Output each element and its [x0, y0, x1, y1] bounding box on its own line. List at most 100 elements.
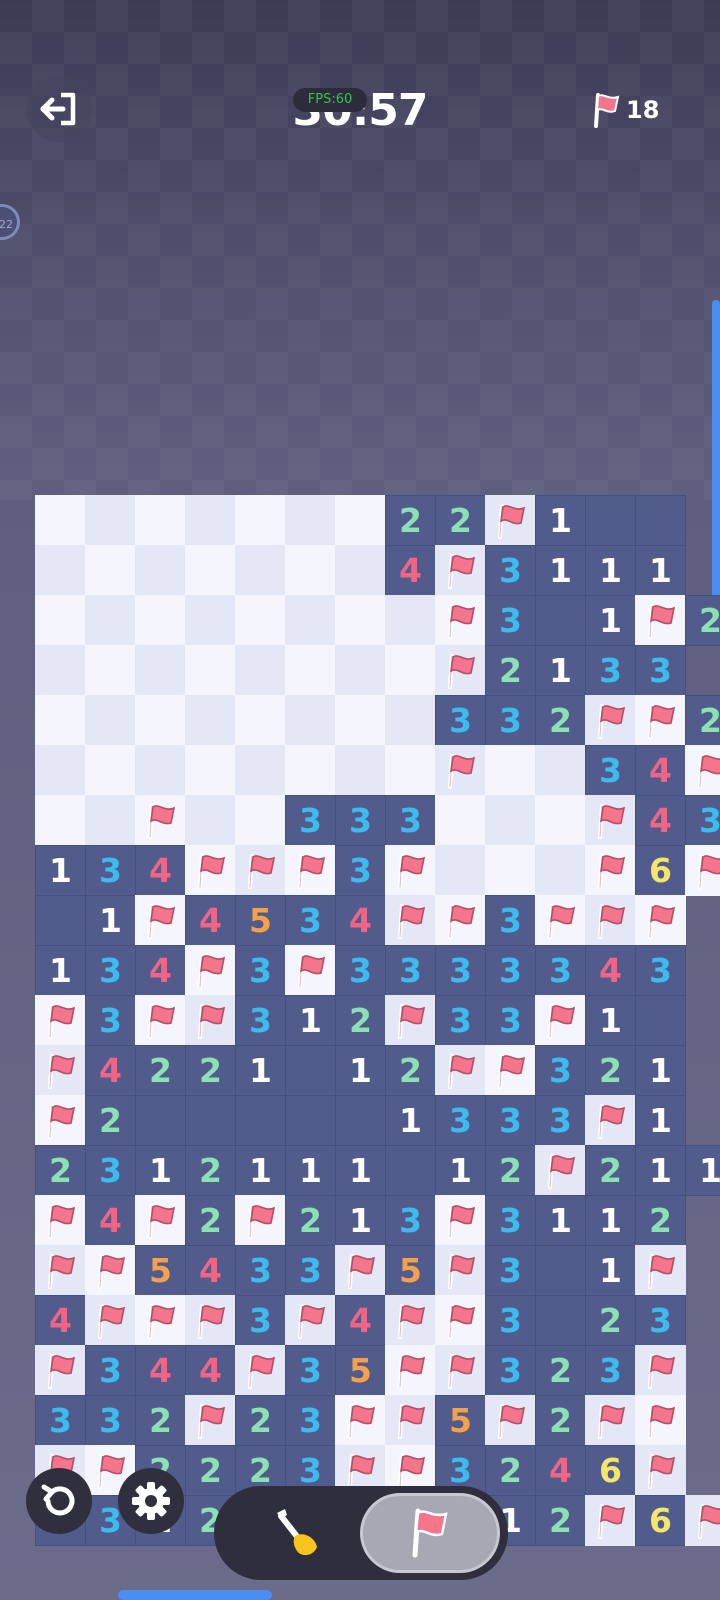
exit-button[interactable] — [26, 76, 92, 142]
revealed-number-cell[interactable]: 2 — [685, 695, 720, 746]
flagged-cell[interactable] — [435, 1045, 486, 1096]
revealed-number-cell[interactable]: 2 — [185, 1045, 236, 1096]
flagged-cell[interactable] — [185, 1295, 236, 1346]
revealed-number-cell[interactable]: 4 — [635, 795, 686, 846]
flagged-cell[interactable] — [435, 1245, 486, 1296]
revealed-number-cell[interactable]: 2 — [185, 1195, 236, 1246]
revealed-number-cell[interactable]: 3 — [435, 945, 486, 996]
revealed-number-cell[interactable]: 1 — [585, 1245, 636, 1296]
flagged-cell[interactable] — [135, 995, 186, 1046]
revealed-number-cell[interactable]: 1 — [35, 845, 86, 896]
revealed-number-cell[interactable]: 4 — [185, 1345, 236, 1396]
revealed-number-cell[interactable]: 3 — [585, 745, 636, 796]
flagged-cell[interactable] — [685, 845, 720, 896]
revealed-number-cell[interactable]: 3 — [335, 945, 386, 996]
revealed-number-cell[interactable]: 1 — [535, 1195, 586, 1246]
hidden-cell[interactable] — [235, 645, 286, 696]
flagged-cell[interactable] — [435, 895, 486, 946]
flagged-cell[interactable] — [685, 745, 720, 796]
flagged-cell[interactable] — [335, 1245, 386, 1296]
hidden-cell[interactable] — [485, 845, 536, 896]
revealed-number-cell[interactable]: 4 — [135, 845, 186, 896]
revealed-number-cell[interactable]: 3 — [85, 995, 136, 1046]
flag-mode-button[interactable] — [360, 1493, 500, 1573]
flagged-cell[interactable] — [435, 1345, 486, 1396]
hidden-cell[interactable] — [485, 795, 536, 846]
revealed-number-cell[interactable]: 2 — [135, 1395, 186, 1446]
hidden-cell[interactable] — [235, 745, 286, 796]
revealed-number-cell[interactable]: 3 — [85, 1395, 136, 1446]
revealed-number-cell[interactable]: 2 — [185, 1445, 236, 1496]
revealed-number-cell[interactable]: 2 — [385, 1045, 436, 1096]
revealed-number-cell[interactable]: 2 — [685, 595, 720, 646]
flagged-cell[interactable] — [35, 1345, 86, 1396]
hidden-cell[interactable] — [135, 545, 186, 596]
hidden-cell[interactable] — [435, 795, 486, 846]
flagged-cell[interactable] — [435, 1295, 486, 1346]
revealed-number-cell[interactable]: 4 — [335, 895, 386, 946]
flagged-cell[interactable] — [435, 1195, 486, 1246]
flagged-cell[interactable] — [535, 995, 586, 1046]
flagged-cell[interactable] — [35, 1095, 86, 1146]
revealed-number-cell[interactable]: 3 — [635, 1295, 686, 1346]
flagged-cell[interactable] — [435, 645, 486, 696]
revealed-number-cell[interactable]: 3 — [535, 1095, 586, 1146]
flagged-cell[interactable] — [385, 1395, 436, 1446]
revealed-number-cell[interactable]: 2 — [635, 1195, 686, 1246]
hidden-cell[interactable] — [85, 745, 136, 796]
flagged-cell[interactable] — [135, 1295, 186, 1346]
hidden-cell[interactable] — [235, 695, 286, 746]
revealed-number-cell[interactable]: 2 — [235, 1395, 286, 1446]
flagged-cell[interactable] — [235, 845, 286, 896]
revealed-number-cell[interactable]: 2 — [485, 645, 536, 696]
flagged-cell[interactable] — [485, 495, 536, 546]
hidden-cell[interactable] — [335, 495, 386, 546]
hidden-cell[interactable] — [235, 545, 286, 596]
flagged-cell[interactable] — [85, 1245, 136, 1296]
flagged-cell[interactable] — [185, 845, 236, 896]
flagged-cell[interactable] — [435, 545, 486, 596]
flagged-cell[interactable] — [185, 945, 236, 996]
flagged-cell[interactable] — [235, 1345, 286, 1396]
revealed-number-cell[interactable]: 3 — [85, 1345, 136, 1396]
revealed-number-cell[interactable]: 1 — [635, 1045, 686, 1096]
hidden-cell[interactable] — [535, 845, 586, 896]
hidden-cell[interactable] — [185, 595, 236, 646]
revealed-number-cell[interactable]: 3 — [485, 1245, 536, 1296]
revealed-number-cell[interactable]: 3 — [485, 1095, 536, 1146]
revealed-number-cell[interactable]: 3 — [485, 1345, 536, 1396]
revealed-number-cell[interactable]: 1 — [585, 595, 636, 646]
revealed-number-cell[interactable]: 2 — [585, 1295, 636, 1346]
revealed-number-cell[interactable]: 3 — [235, 1245, 286, 1296]
flagged-cell[interactable] — [385, 895, 436, 946]
flagged-cell[interactable] — [535, 1145, 586, 1196]
revealed-number-cell[interactable]: 1 — [385, 1095, 436, 1146]
flagged-cell[interactable] — [285, 1295, 336, 1346]
flagged-cell[interactable] — [335, 1395, 386, 1446]
revealed-number-cell[interactable]: 4 — [85, 1195, 136, 1246]
revealed-number-cell[interactable]: 2 — [485, 1445, 536, 1496]
hidden-cell[interactable] — [385, 645, 436, 696]
flagged-cell[interactable] — [385, 995, 436, 1046]
hidden-cell[interactable] — [135, 595, 186, 646]
hidden-cell[interactable] — [285, 545, 336, 596]
flagged-cell[interactable] — [585, 1395, 636, 1446]
revealed-number-cell[interactable]: 1 — [35, 945, 86, 996]
flagged-cell[interactable] — [135, 795, 186, 846]
revealed-number-cell[interactable]: 2 — [335, 995, 386, 1046]
revealed-number-cell[interactable]: 1 — [235, 1145, 286, 1196]
dig-mode-button[interactable] — [238, 1494, 356, 1572]
hidden-cell[interactable] — [185, 695, 236, 746]
revealed-number-cell[interactable]: 1 — [135, 1145, 186, 1196]
revealed-number-cell[interactable]: 2 — [385, 495, 436, 546]
flagged-cell[interactable] — [385, 1295, 436, 1346]
hidden-cell[interactable] — [335, 545, 386, 596]
revealed-number-cell[interactable]: 3 — [285, 895, 336, 946]
revealed-number-cell[interactable]: 1 — [335, 1045, 386, 1096]
revealed-number-cell[interactable]: 2 — [535, 1495, 586, 1546]
flagged-cell[interactable] — [585, 795, 636, 846]
hidden-cell[interactable] — [35, 495, 86, 546]
hidden-cell[interactable] — [285, 495, 336, 546]
revealed-number-cell[interactable]: 3 — [235, 995, 286, 1046]
hidden-cell[interactable] — [35, 695, 86, 746]
